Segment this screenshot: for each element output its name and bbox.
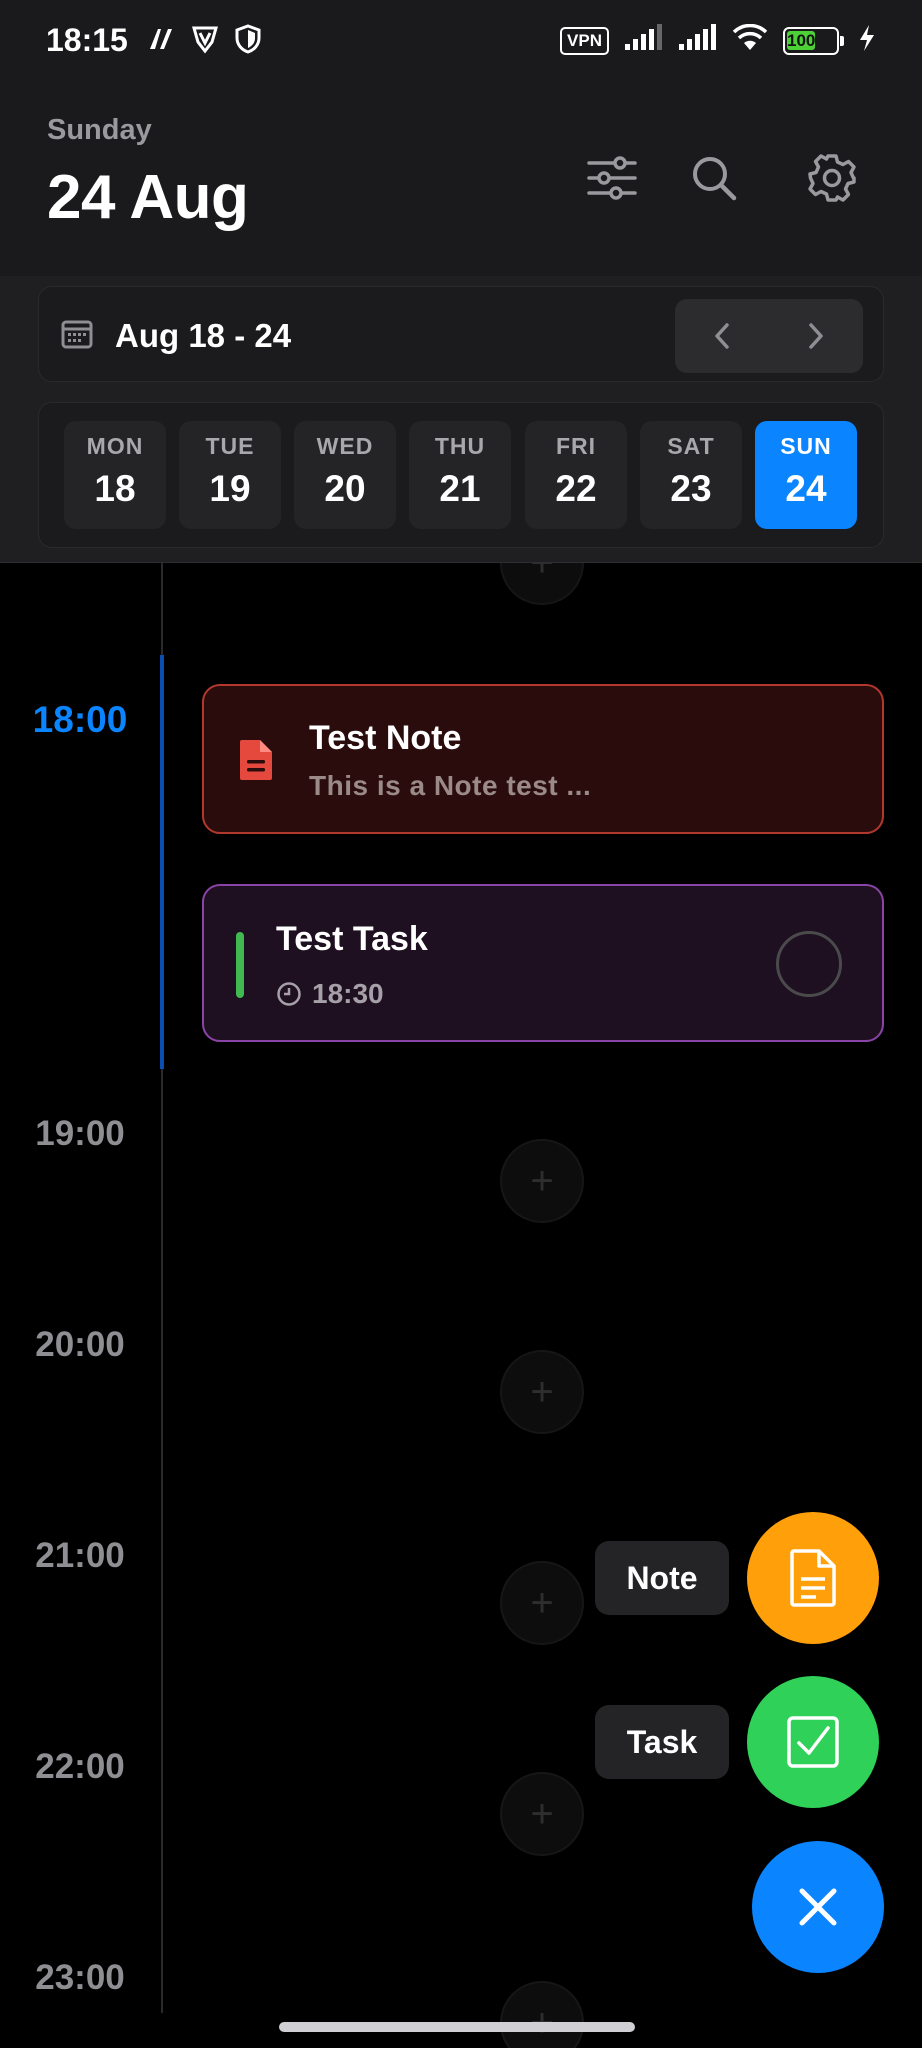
day-wed[interactable]: WED 20 <box>294 421 396 529</box>
hour-label-current: 18:00 <box>32 699 128 740</box>
close-fab-button[interactable] <box>752 1841 884 1973</box>
add-slot-button[interactable]: + <box>500 563 584 605</box>
task-time-value: 18:30 <box>312 978 384 1009</box>
day-sat[interactable]: SAT 23 <box>640 421 742 529</box>
note-preview: This is a Note test ... <box>309 770 592 801</box>
charging-icon <box>858 24 876 57</box>
day-name: FRI <box>555 433 597 459</box>
plus-icon: + <box>530 1791 554 1836</box>
current-hour-indicator <box>160 655 164 1069</box>
day-tue[interactable]: TUE 19 <box>179 421 281 529</box>
sliders-icon <box>587 156 637 200</box>
day-name: SAT <box>667 433 715 459</box>
day-number: 22 <box>555 468 597 509</box>
day-number: 21 <box>439 468 481 509</box>
hour-label: 22:00 <box>35 1747 125 1786</box>
week-nav <box>675 299 863 373</box>
day-name: WED <box>316 433 374 459</box>
battery-indicator: 100 <box>783 26 844 55</box>
gear-icon <box>808 154 856 202</box>
day-number: 23 <box>670 468 712 509</box>
add-task-label[interactable]: Task <box>595 1705 729 1779</box>
add-slot-button[interactable]: + <box>500 1981 584 2048</box>
app-header: Sunday 24 Aug <box>0 84 922 276</box>
status-left-icons <box>146 24 262 59</box>
task-complete-checkbox[interactable] <box>776 931 842 997</box>
status-right-icons: VPN 100 <box>560 23 876 57</box>
battery-level: 100 <box>787 30 816 50</box>
note-title: Test Note <box>309 719 462 757</box>
day-timeline[interactable]: + 18:00 Test Note This is a Note test ..… <box>0 563 922 2048</box>
note-card[interactable]: Test Note This is a Note test ... <box>202 684 884 834</box>
day-name: SUN <box>780 433 832 459</box>
filter-button[interactable] <box>576 142 648 214</box>
signal-icon-2 <box>677 24 717 57</box>
day-fri[interactable]: FRI 22 <box>525 421 627 529</box>
calendar-icon[interactable] <box>61 319 93 354</box>
day-number: 18 <box>94 468 136 509</box>
plus-icon: + <box>530 1369 554 1414</box>
checkbox-icon <box>787 1716 839 1768</box>
vpn-badge: VPN <box>560 26 609 55</box>
plus-icon: + <box>530 563 553 586</box>
wifi-icon <box>731 23 769 57</box>
week-range-bar: Aug 18 - 24 <box>38 286 884 382</box>
next-week-button[interactable] <box>769 299 863 373</box>
add-note-label[interactable]: Note <box>595 1541 729 1615</box>
day-name: TUE <box>205 433 255 459</box>
add-slot-button[interactable]: + <box>500 1561 584 1645</box>
add-note-fab[interactable] <box>747 1512 879 1644</box>
day-selector: MON 18 TUE 19 WED 20 THU 21 FRI 22 SAT 2… <box>38 402 884 548</box>
day-mon[interactable]: MON 18 <box>64 421 166 529</box>
add-slot-button[interactable]: + <box>500 1772 584 1856</box>
app-notification-icon <box>146 25 176 58</box>
plus-icon: + <box>530 1158 554 1203</box>
week-panel: Aug 18 - 24 MON 18 TUE 19 WED 20 THU 21 <box>0 276 922 563</box>
task-card[interactable]: Test Task 18:30 <box>202 884 884 1042</box>
close-icon <box>799 1888 837 1926</box>
note-document-icon <box>238 738 274 787</box>
shield-v-icon <box>190 24 220 59</box>
status-time: 18:15 <box>46 22 128 58</box>
add-task-fab[interactable] <box>747 1676 879 1808</box>
day-number: 20 <box>324 468 366 509</box>
task-time: 18:30 <box>276 978 384 1010</box>
hour-label: 23:00 <box>35 1958 125 1997</box>
day-thu[interactable]: THU 21 <box>409 421 511 529</box>
day-number: 24 <box>785 468 827 509</box>
header-date: 24 Aug <box>47 163 249 232</box>
chevron-right-icon <box>809 323 823 349</box>
task-priority-bar <box>236 932 244 998</box>
add-slot-button[interactable]: + <box>500 1350 584 1434</box>
hour-label: 19:00 <box>35 1114 125 1153</box>
day-sun-selected[interactable]: SUN 24 <box>755 421 857 529</box>
status-bar: 18:15 VPN 100 <box>0 0 922 84</box>
signal-icon <box>623 24 663 57</box>
search-icon <box>693 157 737 201</box>
shield-icon <box>234 24 262 59</box>
note-icon <box>790 1549 836 1607</box>
hour-label: 21:00 <box>35 1536 125 1575</box>
day-name: MON <box>86 433 144 459</box>
home-indicator[interactable] <box>279 2022 635 2032</box>
day-name: THU <box>434 433 486 459</box>
task-title: Test Task <box>276 920 428 958</box>
hour-label: 20:00 <box>35 1325 125 1364</box>
week-range-label[interactable]: Aug 18 - 24 <box>115 317 291 355</box>
chevron-left-icon <box>715 323 729 349</box>
search-button[interactable] <box>678 142 750 214</box>
day-number: 19 <box>209 468 251 509</box>
settings-button[interactable] <box>796 142 868 214</box>
plus-icon: + <box>530 1580 554 1625</box>
prev-week-button[interactable] <box>675 299 769 373</box>
clock-icon <box>277 982 301 1006</box>
header-weekday: Sunday <box>47 114 152 146</box>
add-slot-button[interactable]: + <box>500 1139 584 1223</box>
